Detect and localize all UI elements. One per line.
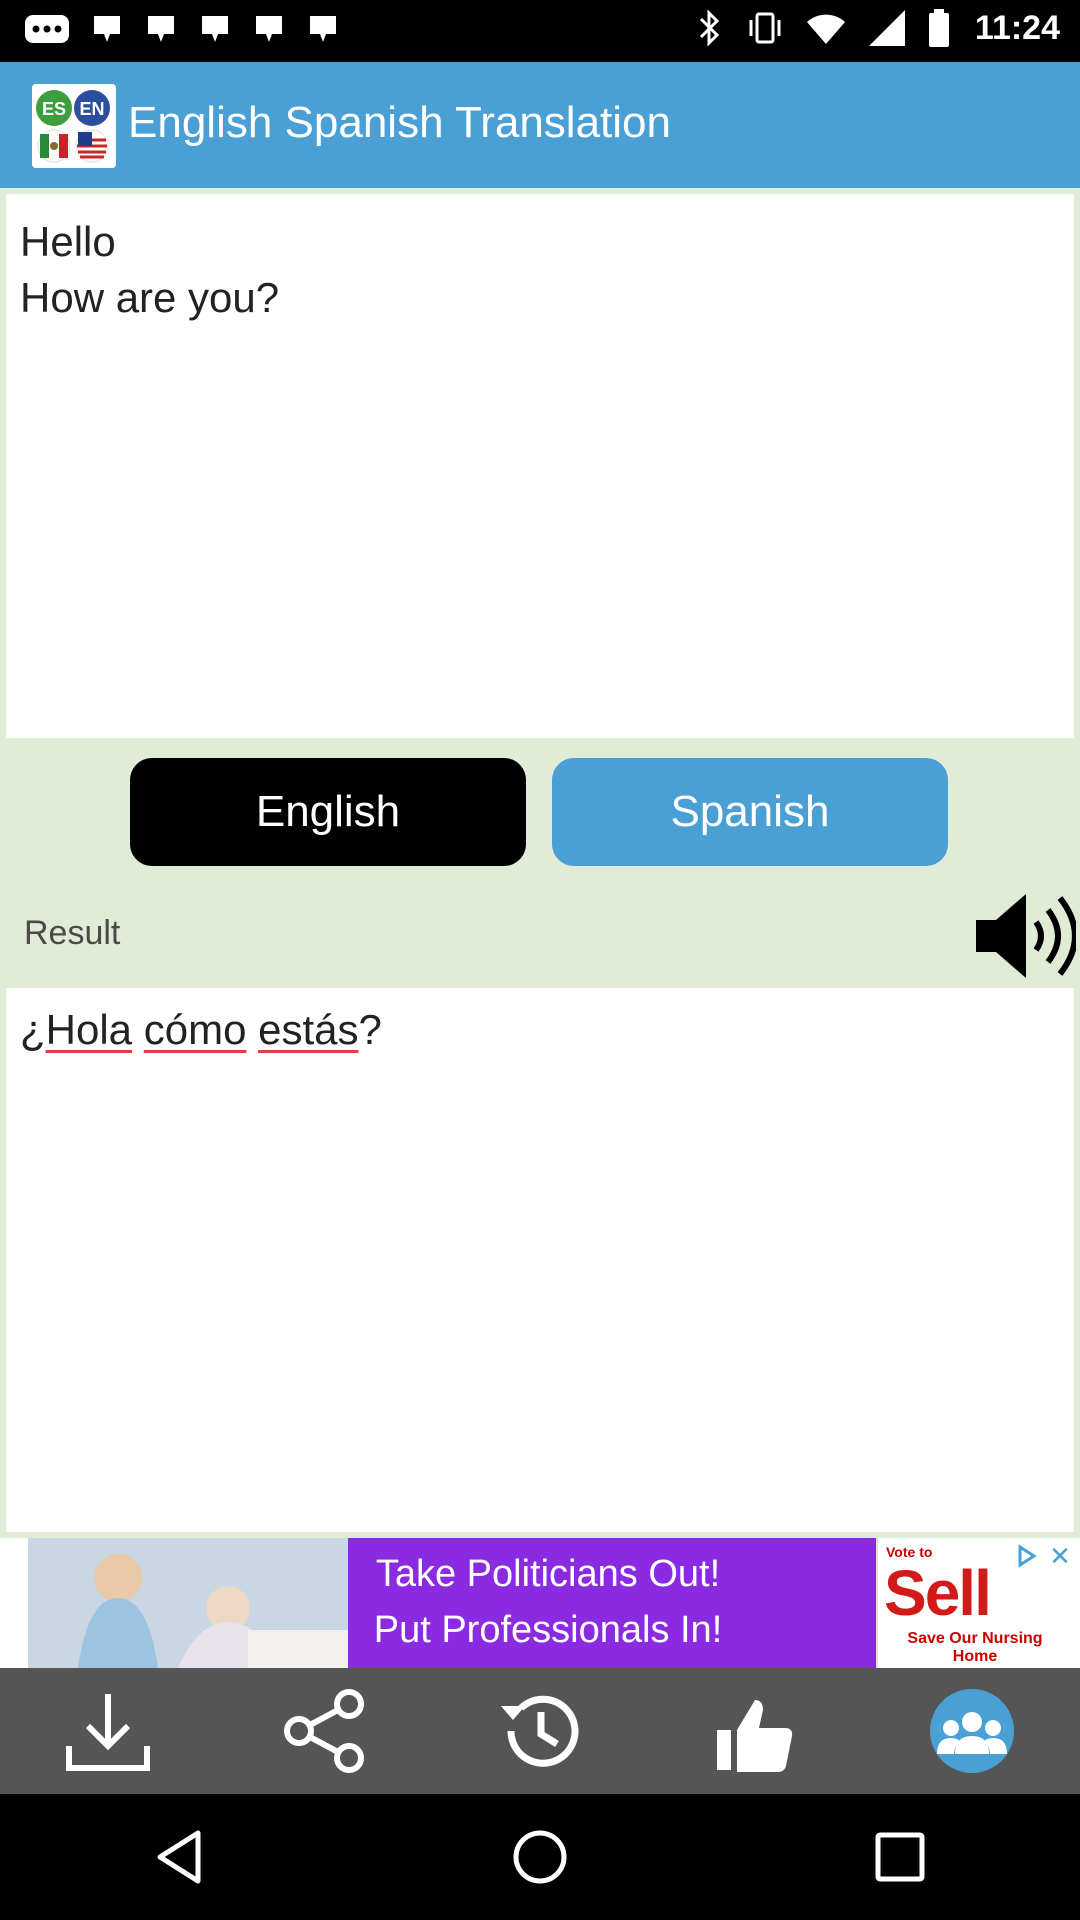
source-text-line: How are you? [20, 274, 280, 321]
wifi-icon [806, 14, 845, 44]
app-bar: ES EN English Spanish Translation [0, 62, 1080, 188]
ad-headline: Take Politicians Out! Put Professionals … [348, 1546, 748, 1658]
result-word: estás [258, 1006, 359, 1053]
download-icon [66, 1694, 150, 1771]
bluetooth-icon [699, 9, 720, 47]
notification-icon-5 [310, 16, 336, 42]
result-label: Result [24, 914, 121, 952]
system-nav-bar [0, 1794, 1080, 1920]
recents-button[interactable] [840, 1802, 960, 1912]
more-notifications-icon [25, 15, 69, 43]
signal-icon [868, 10, 905, 46]
svg-text:ES: ES [42, 99, 66, 119]
source-language-button[interactable]: English [130, 758, 526, 866]
speaker-icon[interactable] [972, 888, 1076, 984]
ad-badge-main: Sell [884, 1557, 992, 1629]
ad-photo [28, 1538, 348, 1668]
bottom-toolbar [0, 1668, 1080, 1794]
back-button[interactable] [120, 1802, 240, 1912]
vibrate-icon [749, 12, 781, 44]
flags-logo-icon: ES EN [32, 84, 116, 168]
notification-icon-1 [94, 16, 120, 42]
ad-close-icon[interactable]: ✕ [1046, 1542, 1074, 1570]
result-space [132, 1006, 144, 1053]
notification-icon-3 [202, 16, 228, 42]
home-icon [513, 1830, 567, 1884]
source-text-line: Hello [20, 218, 116, 265]
app-logo: ES EN [32, 84, 116, 168]
ad-choices-icon[interactable] [1012, 1542, 1040, 1570]
clock: 11:24 [974, 8, 1060, 47]
share-button[interactable] [264, 1676, 384, 1786]
history-button[interactable] [480, 1676, 600, 1786]
ad-line-2: Put Professionals In! [373, 1609, 723, 1651]
ad-line-1: Take Politicians Out! [375, 1553, 721, 1595]
status-bar: 11:24 [0, 0, 1080, 62]
result-word: cómo [143, 1006, 247, 1053]
community-button[interactable] [912, 1676, 1032, 1786]
result-word: Hola [45, 1006, 133, 1053]
notification-icon-2 [148, 16, 174, 42]
result-text: ¿ [20, 1006, 46, 1053]
community-icon [930, 1689, 1014, 1773]
share-icon [284, 1689, 364, 1773]
result-space [246, 1006, 258, 1053]
download-button[interactable] [48, 1676, 168, 1786]
battery-icon [928, 9, 949, 47]
ad-photo-illustration [28, 1538, 348, 1668]
target-language-button[interactable]: Spanish [552, 758, 948, 866]
translator-panel: Hello How are you? English Spanish Resul… [0, 188, 1080, 1538]
history-icon [501, 1695, 579, 1767]
back-icon [157, 1830, 201, 1884]
notification-icon-4 [256, 16, 282, 42]
app-title: English Spanish Translation [128, 98, 671, 147]
svg-text:EN: EN [79, 99, 104, 119]
source-text-input[interactable]: Hello How are you? [6, 194, 1074, 738]
result-text-output[interactable]: ¿Hola cómo estás? [6, 988, 1074, 1532]
ad-content[interactable]: Take Politicians Out! Put Professionals … [28, 1538, 1052, 1668]
result-text: ? [358, 1006, 382, 1053]
thumbs-up-icon [717, 1700, 793, 1772]
ad-banner[interactable]: Take Politicians Out! Put Professionals … [0, 1538, 1080, 1668]
ad-badge-sub: Save Our Nursing Home [907, 1630, 1043, 1665]
like-button[interactable] [696, 1676, 816, 1786]
recents-icon [875, 1832, 925, 1882]
home-button[interactable] [480, 1802, 600, 1912]
